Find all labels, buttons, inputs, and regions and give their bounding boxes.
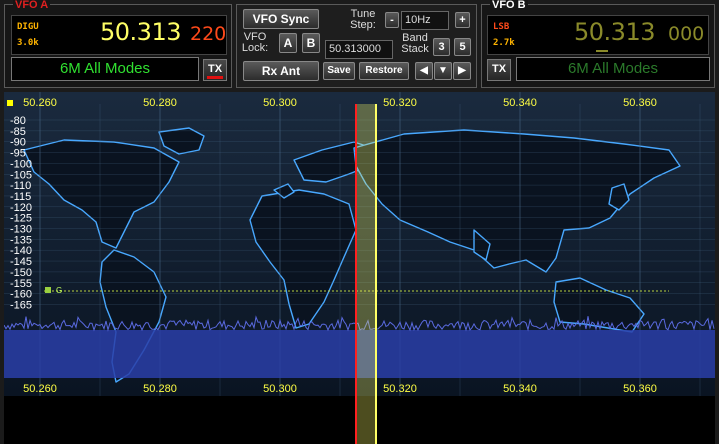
tune-step-minus-button[interactable]: - [385, 12, 399, 28]
vfo-controls-panel: VFO Sync Tune Step: - 10Hz + VFO Lock: A… [236, 4, 477, 88]
arrow-left-button[interactable]: ◀ [415, 62, 433, 80]
band-stack-label-line2: Stack [401, 43, 429, 55]
freq-tick-label-bottom: 50.300 [263, 383, 297, 395]
vfo-a-title: VFO A [13, 0, 51, 11]
vfo-b-freq-main: 50.313 [574, 18, 655, 46]
band-stack-5-button[interactable]: 5 [454, 38, 471, 56]
rx-filter-passband[interactable] [356, 104, 376, 396]
vfo-b-mode: LSB [493, 22, 510, 32]
tune-step-value: 10Hz [405, 14, 431, 26]
freq-tick-label-top: 50.280 [143, 97, 177, 109]
tune-step-select[interactable]: 10Hz [401, 11, 449, 30]
tx-active-indicator [207, 76, 223, 79]
restore-button[interactable]: Restore [359, 62, 409, 80]
rx-ant-button[interactable]: Rx Ant [243, 61, 319, 81]
freq-tick-label-top: 50.320 [383, 97, 417, 109]
freq-tick-label-bottom: 50.280 [143, 383, 177, 395]
vfo-a-tx-button[interactable]: TX [203, 59, 227, 81]
vfo-b-frequency-display[interactable]: LSB 2.7k 50.313 000 [487, 15, 709, 55]
band-stack-3-button[interactable]: 3 [433, 38, 450, 56]
vfo-b-freq-sub: 000 [668, 23, 705, 45]
vfo-lock-a-button[interactable]: A [279, 33, 297, 53]
arrow-left-icon: ◀ [420, 65, 428, 76]
arrow-down-button[interactable]: ▼ [434, 62, 452, 80]
freq-tick-label-top: 50.260 [23, 97, 57, 109]
tune-step-label-line2: Step: [350, 19, 376, 31]
panadapter-display[interactable]: -80 -85 -90 -95 -100 -105 -110 -115 -120 -125 -130… [4, 92, 715, 444]
vfo-a-band-display: 6M All Modes [11, 57, 199, 81]
db-tick-label: -165 [10, 299, 32, 311]
vfo-a-bandwidth: 3.0k [17, 38, 39, 48]
vfo-b-band-display: 6M All Modes [516, 57, 710, 81]
vfo-a-frequency-display[interactable]: DIGU 3.0k 50.313 220 [11, 15, 227, 55]
frequency-entry-value: 50.313000 [329, 43, 381, 55]
band-stack-label: Band Stack [397, 33, 433, 55]
display-mode-indicator [7, 100, 13, 106]
tune-step-plus-button[interactable]: + [455, 12, 470, 28]
radio-console: VFO A DIGU 3.0k 50.313 220 6M All Modes … [0, 0, 719, 444]
vfo-b-title: VFO B [490, 0, 528, 11]
vfo-lock-label-line2: Lock: [241, 42, 269, 54]
vfo-b-bandwidth: 2.7k [493, 38, 515, 48]
vfo-b-tx-button[interactable]: TX [487, 59, 511, 81]
squelch-marker-label: G [56, 286, 62, 295]
vfo-a-tx-label: TX [207, 63, 223, 75]
vfo-lock-label: VFO Lock: [241, 32, 269, 54]
waterfall-plot [4, 396, 715, 444]
freq-tick-label-bottom: 50.320 [383, 383, 417, 395]
freq-tick-label-top: 50.340 [503, 97, 537, 109]
waterfall-display[interactable] [4, 396, 715, 444]
arrow-right-button[interactable]: ▶ [453, 62, 471, 80]
vfo-sync-button[interactable]: VFO Sync [243, 9, 319, 29]
tuning-digit-cursor [596, 50, 608, 52]
freq-tick-label-bottom: 50.260 [23, 383, 57, 395]
arrow-right-icon: ▶ [458, 65, 466, 76]
vfo-a-freq-main: 50.313 [100, 18, 181, 46]
vfo-a-mode: DIGU [17, 22, 39, 32]
vfo-b-tx-label: TX [491, 63, 507, 75]
arrow-down-icon: ▼ [438, 65, 448, 76]
waterfall-filter-passband [356, 396, 376, 444]
vfo-a-panel: VFO A DIGU 3.0k 50.313 220 6M All Modes … [4, 0, 232, 88]
squelch-handle[interactable] [45, 287, 51, 293]
spectrum-plot[interactable]: -80-85-90-95-100-105-110-115-120-125-130… [4, 92, 715, 444]
freq-tick-label-bottom: 50.340 [503, 383, 537, 395]
vfo-lock-b-button[interactable]: B [302, 33, 320, 53]
vfo-a-freq-sub: 220 [190, 23, 227, 45]
vfo-b-panel: VFO B LSB 2.7k 50.313 000 TX 6M All Mode… [481, 0, 715, 88]
freq-tick-label-top: 50.300 [263, 97, 297, 109]
tune-step-label: Tune Step: [345, 9, 381, 31]
frequency-entry[interactable]: 50.313000 [325, 40, 393, 59]
freq-tick-label-bottom: 50.360 [623, 383, 657, 395]
freq-tick-label-top: 50.360 [623, 97, 657, 109]
save-button[interactable]: Save [323, 62, 355, 80]
